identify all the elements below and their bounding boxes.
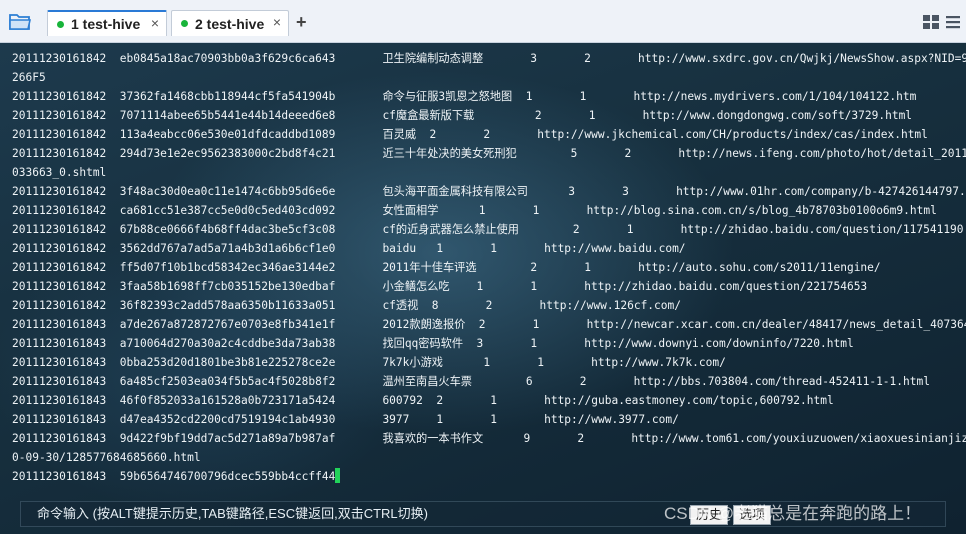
tab-label: 1 test-hive [71,16,141,32]
terminal-line: 266F5 [12,71,46,84]
tab-session-1[interactable]: 1 test-hive × [47,10,167,36]
terminal-line: 20111230161842 3f48ac30d0ea0c11e1474c6bb… [12,185,966,198]
terminal-line: 20111230161843 6a485cf2503ea034f5b5ac4f5… [12,375,930,388]
connected-status-icon [181,20,188,27]
menu-icon[interactable] [946,15,960,29]
terminal-line: 20111230161843 0bba253d20d1801be3b81e225… [12,356,726,369]
connected-status-icon [57,20,64,28]
layout-grid-icon[interactable] [923,15,939,29]
terminal-line: 20111230161842 7071114abee65b5441e44b14d… [12,109,913,122]
open-folder-icon[interactable] [8,10,32,32]
terminal-line: 20111230161842 37362fa1468cbb118944cf5fa… [12,90,917,103]
terminal-line: 20111230161843 d47ea4352cd2200cd7519194c… [12,413,679,426]
terminal-line: 033663_0.shtml [12,166,107,179]
terminal-line: 20111230161842 eb0845a18ac70903bb0a3f629… [12,52,966,65]
command-input[interactable]: 命令输入 (按ALT键提示历史,TAB键路径,ESC键返回,双击CTRL切换) [20,501,946,527]
terminal-line: 20111230161842 113a4eabcc06e530e01dfdcad… [12,128,928,141]
terminal-line: 20111230161843 a7de267a872872767e0703e8f… [12,318,966,331]
tab-bar: 1 test-hive × 2 test-hive × + [0,0,966,43]
terminal-line: 20111230161842 3faa58b1698ff7cb035152be1… [12,280,868,293]
close-tab-icon[interactable]: × [151,15,159,31]
terminal-line: 20111230161842 294d73e1e2ec9562383000c2b… [12,147,966,160]
tab-label: 2 test-hive [195,15,265,32]
terminal-line: 20111230161843 9d422f9bf19dd7ac5d271a89a… [12,432,966,445]
terminal-line: 20111230161842 36f82393c2add578aa6350b11… [12,299,681,312]
terminal-line: 20111230161843 59b6564746700796dcec559bb… [12,467,952,486]
options-button[interactable]: 选项 [733,505,771,525]
history-button[interactable]: 历史 [690,505,728,525]
terminal-line: 0-09-30/128577684685660.html [12,451,201,464]
add-tab-icon[interactable]: + [296,12,307,33]
terminal-line: 20111230161843 46f0f852033a161528a0b7231… [12,394,834,407]
close-tab-icon[interactable]: × [273,14,281,30]
tab-session-2[interactable]: 2 test-hive × [171,10,289,36]
terminal-text: 20111230161842 eb0845a18ac70903bb0a3f629… [12,49,966,486]
terminal-line: 20111230161842 67b88ce0666f4b68ff4dac3be… [12,223,964,236]
terminal-line: 20111230161842 3562dd767a7ad5a71a4b3d1a6… [12,242,686,255]
terminal-output[interactable]: 20111230161842 eb0845a18ac70903bb0a3f629… [0,43,966,534]
terminal-line: 20111230161843 a710064d270a30a2c4cddbe3d… [12,337,854,350]
terminal-line: 20111230161842 ff5d07f10b1bcd58342ec346a… [12,261,881,274]
terminal-line: 20111230161842 ca681cc51e387cc5e0d0c5ed4… [12,204,937,217]
text-cursor [335,468,341,483]
